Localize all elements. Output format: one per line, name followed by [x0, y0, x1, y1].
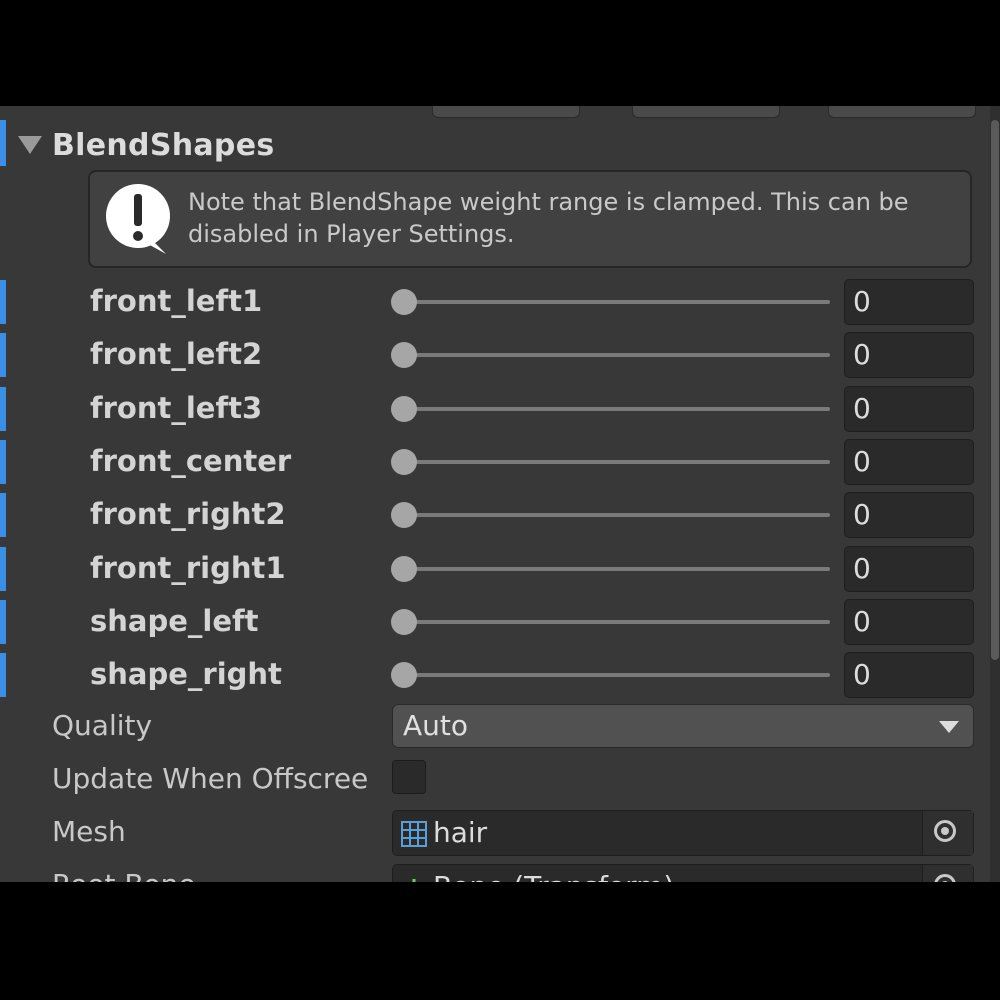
slider-knob[interactable]: [391, 289, 417, 315]
toolbar-button[interactable]: [632, 106, 780, 118]
mesh-value: hair: [433, 816, 488, 849]
blendshape-label: front_right2: [90, 497, 286, 531]
slider-knob[interactable]: [391, 396, 417, 422]
blendshape-value-field[interactable]: 0: [844, 386, 974, 432]
mesh-icon: [401, 821, 427, 847]
blendshape-value-field[interactable]: 0: [844, 279, 974, 325]
blendshape-row: shape_left 0: [0, 596, 990, 648]
blendshape-slider[interactable]: [400, 673, 830, 677]
blendshape-slider[interactable]: [400, 353, 830, 357]
transform-icon: [412, 879, 416, 882]
blendshape-value-field[interactable]: 0: [844, 492, 974, 538]
helpbox-text: Note that BlendShape weight range is cla…: [188, 188, 909, 248]
root-bone-value: Bone (Transform): [433, 870, 674, 882]
toolbar-button[interactable]: [828, 106, 976, 118]
blendshape-slider[interactable]: [400, 567, 830, 571]
blendshape-row: front_left1 0: [0, 276, 990, 328]
blendshape-slider[interactable]: [400, 513, 830, 517]
warning-icon: [106, 184, 170, 254]
blendshape-slider[interactable]: [400, 620, 830, 624]
blendshapes-foldout[interactable]: BlendShapes: [0, 120, 980, 168]
slider-knob[interactable]: [391, 502, 417, 528]
blendshape-row: front_right2 0: [0, 489, 990, 541]
blendshape-slider[interactable]: [400, 460, 830, 464]
blendshape-slider[interactable]: [400, 300, 830, 304]
root-bone-label: Root Bone: [52, 868, 196, 882]
blendshape-label: shape_left: [90, 604, 259, 638]
slider-knob[interactable]: [391, 662, 417, 688]
scrollbar[interactable]: [990, 106, 1000, 882]
inspector-panel: BlendShapes Note that BlendShape weight …: [0, 106, 1000, 882]
blendshape-value-field[interactable]: 0: [844, 332, 974, 378]
section-title: BlendShapes: [52, 128, 275, 163]
foldout-arrow-icon[interactable]: [18, 136, 42, 154]
picker-dot: [941, 827, 949, 835]
blendshape-label: shape_right: [90, 657, 282, 691]
mesh-field[interactable]: hair: [392, 810, 974, 856]
blendshape-value-field[interactable]: 0: [844, 546, 974, 592]
blendshape-value-field[interactable]: 0: [844, 439, 974, 485]
blendshape-label: front_right1: [90, 551, 286, 585]
blendshape-row: front_center 0: [0, 436, 990, 488]
root-bone-field[interactable]: Bone (Transform): [392, 864, 974, 882]
mesh-label: Mesh: [52, 815, 126, 848]
toolbar-button[interactable]: [432, 106, 580, 118]
blendshape-row: front_right1 0: [0, 543, 990, 595]
blendshape-slider[interactable]: [400, 407, 830, 411]
blendshape-label: front_left2: [90, 337, 263, 371]
scrollbar-thumb[interactable]: [991, 120, 999, 660]
quality-dropdown[interactable]: Auto: [392, 704, 974, 748]
slider-knob[interactable]: [391, 609, 417, 635]
root-bone-picker-button[interactable]: [922, 865, 973, 882]
mesh-picker-button[interactable]: [922, 811, 973, 855]
slider-knob[interactable]: [391, 342, 417, 368]
warning-helpbox: Note that BlendShape weight range is cla…: [88, 170, 972, 268]
dropdown-arrow-icon: [939, 721, 959, 733]
picker-dot: [941, 881, 949, 882]
slider-knob[interactable]: [391, 449, 417, 475]
slider-knob[interactable]: [391, 556, 417, 582]
blendshape-row: shape_right 0: [0, 649, 990, 701]
blendshape-row: front_left2 0: [0, 329, 990, 381]
blendshape-value-field[interactable]: 0: [844, 599, 974, 645]
blendshape-label: front_center: [90, 444, 292, 478]
blendshape-row: front_left3 0: [0, 383, 990, 435]
quality-value: Auto: [403, 709, 469, 742]
update-offscreen-checkbox[interactable]: [392, 760, 426, 794]
blendshape-label: front_left1: [90, 284, 263, 318]
update-offscreen-label: Update When Offscree: [52, 762, 369, 795]
blendshape-label: front_left3: [90, 391, 263, 425]
quality-label: Quality: [52, 709, 153, 742]
blendshape-value-field[interactable]: 0: [844, 652, 974, 698]
